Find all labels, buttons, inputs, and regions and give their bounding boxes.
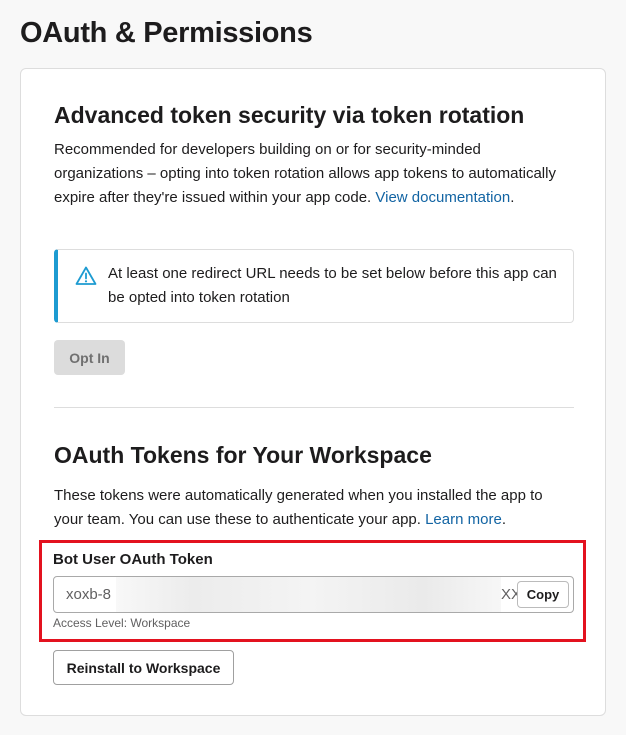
redirect-url-alert: At least one redirect URL needs to be se… xyxy=(54,249,574,323)
alert-message: At least one redirect URL needs to be se… xyxy=(108,265,557,306)
bot-token-label: Bot User OAuth Token xyxy=(53,551,213,568)
period: . xyxy=(501,511,506,528)
access-level-text: Access Level: Workspace xyxy=(53,616,191,630)
section-divider xyxy=(54,407,574,408)
period: . xyxy=(510,189,515,206)
token-redaction xyxy=(116,577,501,612)
oauth-tokens-description: These tokens were automatically generate… xyxy=(54,484,564,532)
oauth-tokens-title: OAuth Tokens for Your Workspace xyxy=(54,442,432,468)
reinstall-to-workspace-button[interactable]: Reinstall to Workspace xyxy=(53,650,234,685)
opt-in-button[interactable]: Opt In xyxy=(54,340,125,375)
page-title: OAuth & Permissions xyxy=(20,17,313,49)
learn-more-link[interactable]: Learn more xyxy=(425,511,502,528)
token-rotation-description: Recommended for developers building on o… xyxy=(54,138,564,210)
view-documentation-link[interactable]: View documentation xyxy=(375,189,510,206)
copy-token-button[interactable]: Copy xyxy=(517,581,569,608)
warning-triangle-icon xyxy=(75,266,97,285)
bot-token-field[interactable]: xoxb-8 XX Copy xyxy=(53,576,574,613)
token-rotation-title: Advanced token security via token rotati… xyxy=(54,102,525,128)
